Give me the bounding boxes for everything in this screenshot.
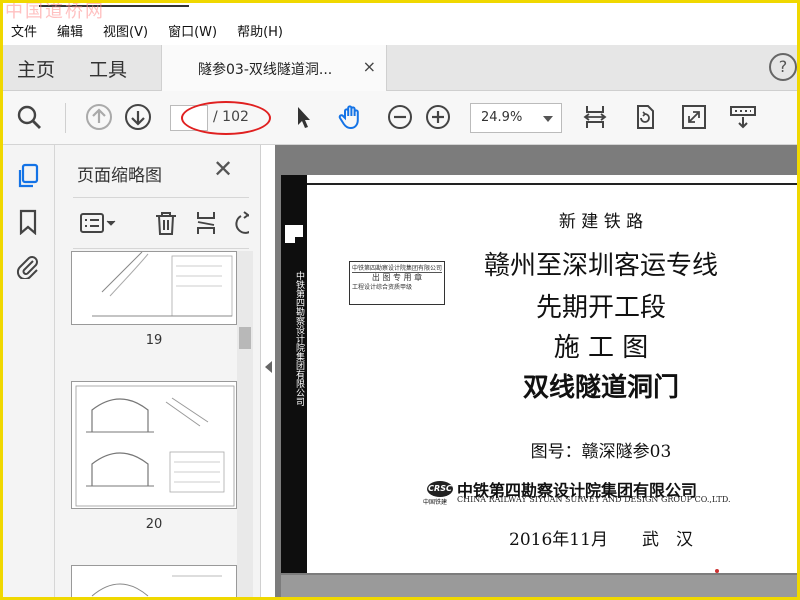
hand-tool-icon[interactable]: [337, 103, 365, 131]
search-icon[interactable]: [15, 103, 43, 131]
attachment-icon[interactable]: [15, 253, 41, 281]
menu-window[interactable]: 窗口(W): [168, 21, 217, 40]
scrollbar-thumb[interactable]: [239, 327, 251, 349]
collapse-panel-icon[interactable]: [265, 361, 272, 373]
left-navigation-rail: [3, 145, 55, 597]
company-logo-subtitle: 中国铁建: [423, 499, 448, 506]
doc-line-4: 施 工 图: [553, 333, 649, 363]
chevron-down-icon: [543, 116, 553, 122]
page-marker: [715, 569, 719, 573]
close-tab-icon[interactable]: ×: [363, 57, 376, 76]
tab-home[interactable]: 主页: [17, 55, 55, 82]
toolbar-separator: [65, 103, 66, 133]
zoom-level-value: 24.9%: [481, 110, 523, 125]
company-name-english: CHINA RAILWAY SIYUAN SURVEY AND DESIGN G…: [457, 495, 731, 504]
watermark: 中国道桥网: [5, 3, 105, 22]
thumbnail-options-icon[interactable]: [79, 210, 117, 236]
tab-tools[interactable]: 工具: [89, 55, 127, 82]
document-page: 中铁第四勘察设计院集团有限公司 中铁第四勘察设计院集团有限公司 出 图 专 用 …: [281, 175, 797, 573]
select-pointer-icon[interactable]: [289, 103, 317, 131]
close-panel-icon[interactable]: ✕: [213, 155, 233, 183]
zoom-level-select[interactable]: 24.9%: [470, 103, 562, 133]
date-place: 2016年11月 武 汉: [509, 530, 693, 550]
panel-toolbar: [73, 197, 249, 249]
page-thumbnails-panel: 页面缩略图 ✕ 19 20: [55, 145, 261, 597]
full-screen-icon[interactable]: [680, 103, 708, 131]
rotate-thumbnail-icon[interactable]: [233, 210, 249, 236]
delete-page-icon[interactable]: [153, 210, 179, 236]
thumbnail-label-20: 20: [145, 517, 163, 532]
document-tab[interactable]: 隧参03-双线隧道洞... ×: [161, 45, 387, 91]
help-icon[interactable]: ?: [769, 53, 797, 81]
doc-line-1: 新 建 铁 路: [558, 212, 644, 232]
toolbar: / 102 24.9%: [3, 91, 797, 145]
menu-help[interactable]: 帮助(H): [237, 21, 283, 40]
extract-pages-icon[interactable]: [193, 210, 219, 236]
document-view[interactable]: 中铁第四勘察设计院集团有限公司 中铁第四勘察设计院集团有限公司 出 图 专 用 …: [275, 145, 797, 597]
tab-bar: 主页 工具 隧参03-双线隧道洞... × ?: [3, 45, 797, 91]
fit-width-icon[interactable]: [581, 103, 609, 131]
page-thumbnails-icon[interactable]: [15, 163, 41, 189]
thumbnail-scrollbar[interactable]: [237, 251, 253, 597]
next-page-icon[interactable]: [124, 103, 152, 131]
bookmark-icon[interactable]: [15, 209, 41, 236]
rotate-page-icon[interactable]: [631, 103, 659, 131]
binding-strip: 中铁第四勘察设计院集团有限公司: [281, 175, 307, 573]
zoom-in-icon[interactable]: [424, 103, 452, 131]
app-window: 中国道桥网 文件 编辑 视图(V) 窗口(W) 帮助(H) 主页 工具 隧参03…: [3, 3, 797, 597]
previous-page-icon[interactable]: [85, 103, 113, 131]
doc-line-2: 赣州至深圳客运专线: [483, 251, 718, 281]
thumbnail-page-21[interactable]: [71, 565, 237, 597]
drawing-number: 图号：赣深隧参03: [530, 442, 672, 462]
read-mode-icon[interactable]: [729, 103, 757, 131]
side-company-text: 中铁第四勘察设计院集团有限公司: [294, 271, 304, 406]
company-logo: CRSC: [427, 481, 453, 497]
document-tab-label: 隧参03-双线隧道洞...: [198, 62, 333, 78]
doc-line-3: 先期开工段: [535, 293, 666, 323]
doc-line-5: 双线隧道洞门: [522, 372, 679, 402]
menu-bar: 文件 编辑 视图(V) 窗口(W) 帮助(H): [3, 19, 797, 41]
next-page-preview: [281, 575, 797, 597]
thumbnail-list: 19 20: [55, 251, 241, 597]
top-border-line: [307, 183, 797, 185]
annotation-ellipse: [181, 101, 271, 135]
thumbnail-label-19: 19: [145, 333, 163, 348]
thumbnail-page-20[interactable]: [71, 381, 237, 509]
menu-view[interactable]: 视图(V): [103, 21, 148, 40]
zoom-out-icon[interactable]: [386, 103, 414, 131]
menu-file[interactable]: 文件: [11, 21, 37, 40]
menu-edit[interactable]: 编辑: [57, 21, 83, 40]
thumbnail-page-19[interactable]: [71, 251, 237, 325]
panel-title: 页面缩略图: [77, 166, 162, 186]
